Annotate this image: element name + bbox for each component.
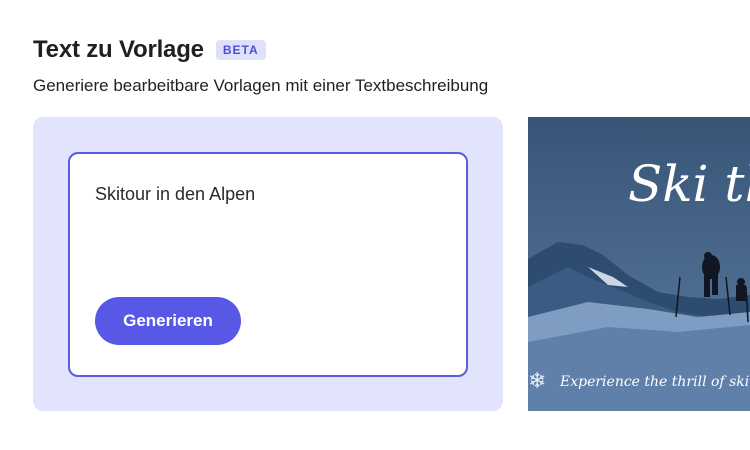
preview-caption: Experience the thrill of skiin — [560, 374, 750, 390]
prompt-panel: Skitour in den Alpen Generieren — [33, 117, 503, 411]
title-row: Text zu Vorlage BETA — [33, 36, 488, 64]
snowflake-icon: ❄ — [528, 368, 547, 393]
prompt-text[interactable]: Skitour in den Alpen — [95, 184, 255, 205]
prompt-input-card[interactable]: Skitour in den Alpen Generieren — [68, 152, 468, 377]
template-preview[interactable]: Ski th ❄ Experience the thrill of skiin — [528, 117, 750, 411]
generate-button[interactable]: Generieren — [95, 297, 241, 345]
beta-badge: BETA — [215, 40, 266, 60]
page-title: Text zu Vorlage — [33, 36, 204, 63]
page-subtitle: Generiere bearbeitbare Vorlagen mit eine… — [33, 76, 489, 95]
page-header: Text zu Vorlage BETA Generiere bearbeitb… — [33, 36, 488, 96]
preview-title: Ski th — [628, 155, 750, 213]
